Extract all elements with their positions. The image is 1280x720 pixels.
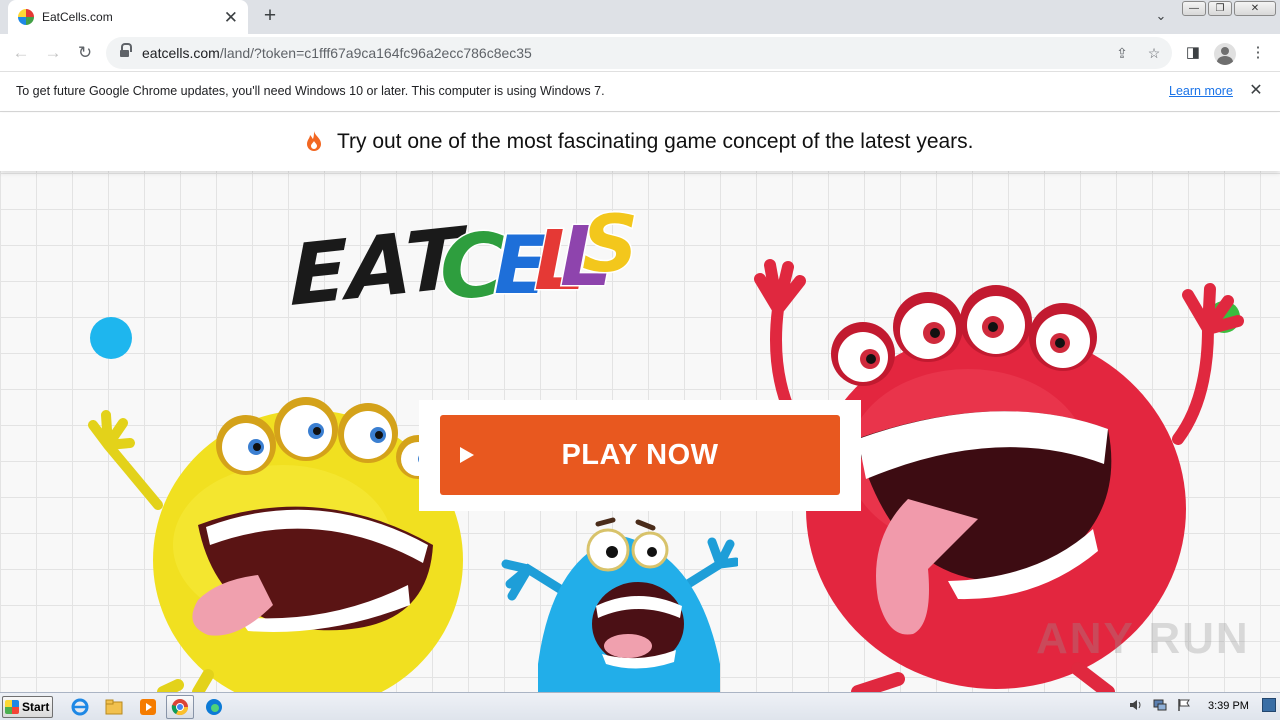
infobar-close-icon[interactable]: ✕: [1246, 81, 1266, 101]
show-desktop-button[interactable]: [1262, 698, 1276, 712]
share-icon[interactable]: ⇪: [1111, 42, 1133, 64]
profile-avatar-icon[interactable]: [1214, 43, 1236, 65]
tab-search-icon[interactable]: ⌄: [1152, 7, 1170, 25]
close-window-button[interactable]: ✕: [1234, 1, 1276, 16]
url-host: eatcells.com: [142, 45, 220, 61]
side-panel-icon[interactable]: ◨: [1182, 42, 1204, 64]
learn-more-link[interactable]: Learn more: [1169, 84, 1233, 98]
blue-monster-illustration: [501, 517, 738, 692]
yellow-monster-illustration: [88, 397, 463, 692]
blue-cell-dot: [90, 317, 132, 359]
screen: EatCells.com ✕ + ⌄ — ❐ ✕ ← → ↻ eatcells.…: [0, 0, 1280, 720]
tab-close-icon[interactable]: ✕: [224, 9, 238, 26]
lock-icon: [120, 43, 132, 58]
headline-text: Try out one of the most fascinating game…: [336, 130, 974, 153]
game-stage: EAT C E L L S PLAY NOW ANY RUN: [0, 171, 1280, 692]
chrome-taskbar-icon[interactable]: [166, 695, 194, 719]
edge-icon[interactable]: [200, 695, 228, 719]
file-explorer-icon[interactable]: [100, 695, 128, 719]
bookmark-star-icon[interactable]: ☆: [1143, 42, 1165, 64]
network-icon[interactable]: [1152, 698, 1168, 714]
flame-icon: [307, 131, 322, 151]
logo-letter-s: S: [582, 200, 638, 290]
url-text[interactable]: eatcells.com/land/?token=c1fff67a9ca164f…: [142, 45, 532, 61]
windows-taskbar: Start 3:39 PM: [0, 692, 1280, 720]
tab-strip: EatCells.com ✕ + ⌄ — ❐ ✕: [0, 0, 1280, 34]
site-favicon-icon: [18, 9, 34, 25]
restore-button[interactable]: ❐: [1208, 1, 1232, 16]
forward-button[interactable]: →: [42, 42, 64, 64]
play-now-button[interactable]: PLAY NOW: [440, 415, 840, 495]
url-path: /land/?token=c1fff67a9ca164fc96a2ecc786c…: [219, 45, 532, 61]
play-panel: PLAY NOW: [419, 400, 861, 511]
minimize-button[interactable]: —: [1182, 1, 1206, 16]
new-tab-button[interactable]: +: [258, 4, 282, 28]
volume-icon[interactable]: [1128, 698, 1144, 714]
tab-eatcells[interactable]: EatCells.com ✕: [8, 0, 248, 34]
tab-title: EatCells.com: [42, 10, 113, 24]
headline-banner: Try out one of the most fascinating game…: [0, 113, 1280, 171]
address-bar[interactable]: eatcells.com/land/?token=c1fff67a9ca164f…: [106, 37, 1172, 69]
eat-cells-logo: EAT C E L L S: [290, 199, 640, 316]
update-infobar: To get future Google Chrome updates, you…: [0, 72, 1280, 112]
taskbar-clock[interactable]: 3:39 PM: [1208, 700, 1249, 712]
back-button[interactable]: ←: [10, 42, 32, 64]
start-label: Start: [22, 700, 50, 714]
media-player-icon[interactable]: [134, 695, 162, 719]
browser-toolbar: ← → ↻ eatcells.com/land/?token=c1fff67a9…: [0, 34, 1280, 72]
play-icon: [460, 447, 474, 463]
play-now-label: PLAY NOW: [561, 438, 719, 471]
windows-logo-icon: [5, 700, 19, 714]
reload-button[interactable]: ↻: [74, 42, 96, 64]
action-center-flag-icon[interactable]: [1176, 698, 1192, 714]
menu-icon[interactable]: ⋮: [1247, 42, 1269, 64]
infobar-message: To get future Google Chrome updates, you…: [16, 84, 605, 98]
internet-explorer-icon[interactable]: [66, 695, 94, 719]
anyrun-watermark: ANY RUN: [1036, 614, 1250, 663]
start-button[interactable]: Start: [2, 696, 53, 718]
